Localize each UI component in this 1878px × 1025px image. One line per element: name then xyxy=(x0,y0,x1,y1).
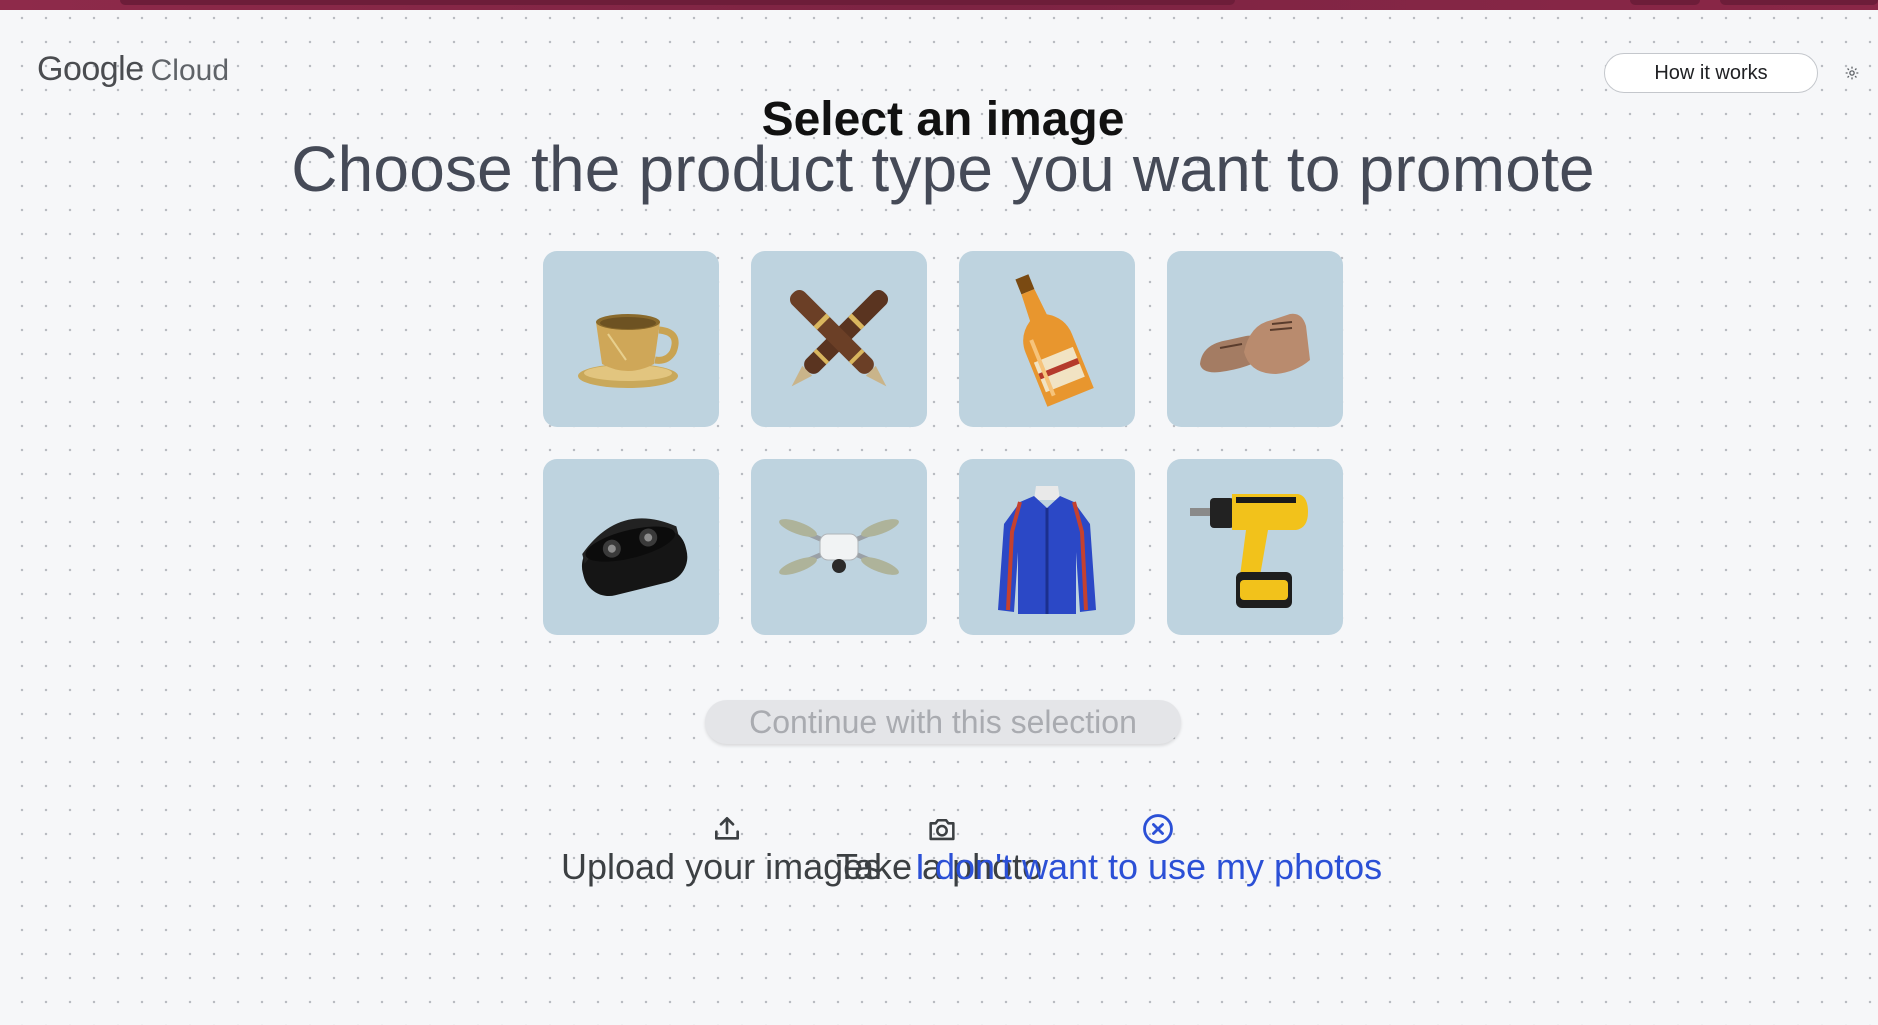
fountain-pens-icon xyxy=(789,289,889,387)
settings-gear-icon[interactable] xyxy=(1841,62,1863,84)
upload-icon[interactable] xyxy=(710,812,744,846)
product-grid xyxy=(543,251,1343,635)
browser-top-strip xyxy=(0,0,1878,10)
product-tile-drone[interactable] xyxy=(751,459,927,635)
logo-google-text: Google xyxy=(37,50,144,88)
product-tile-power-drill[interactable] xyxy=(1167,459,1343,635)
top-strip-tab xyxy=(1720,0,1878,5)
how-it-works-button[interactable]: How it works xyxy=(1604,53,1818,93)
jacket-icon xyxy=(998,486,1096,614)
logo-cloud-text: Cloud xyxy=(150,54,230,87)
teacup-icon xyxy=(578,314,679,388)
product-tile-athletic-jacket[interactable] xyxy=(959,459,1135,635)
no-photos-label[interactable]: I don't want to use my photos xyxy=(915,846,1382,888)
bottle-icon xyxy=(1015,274,1094,407)
upload-images-label[interactable]: Upload your images xyxy=(561,846,881,888)
top-strip-tab xyxy=(120,0,1235,5)
product-tile-champagne-bottle[interactable] xyxy=(959,251,1135,427)
earbuds-icon xyxy=(581,518,688,597)
page-subtitle: Choose the product type you want to prom… xyxy=(291,133,1595,205)
product-tile-leather-shoes[interactable] xyxy=(1167,251,1343,427)
drill-icon xyxy=(1190,494,1308,608)
product-tile-teacup[interactable] xyxy=(543,251,719,427)
camera-icon[interactable] xyxy=(925,812,959,846)
top-strip-tab xyxy=(1630,0,1700,5)
shoes-icon xyxy=(1200,313,1310,374)
product-tile-fountain-pens[interactable] xyxy=(751,251,927,427)
close-circle-icon[interactable] xyxy=(1141,812,1175,846)
google-cloud-logo: Google Cloud xyxy=(37,50,229,90)
continue-selection-button[interactable]: Continue with this selection xyxy=(705,700,1181,744)
product-tile-wireless-earbuds[interactable] xyxy=(543,459,719,635)
drone-icon xyxy=(779,519,899,575)
